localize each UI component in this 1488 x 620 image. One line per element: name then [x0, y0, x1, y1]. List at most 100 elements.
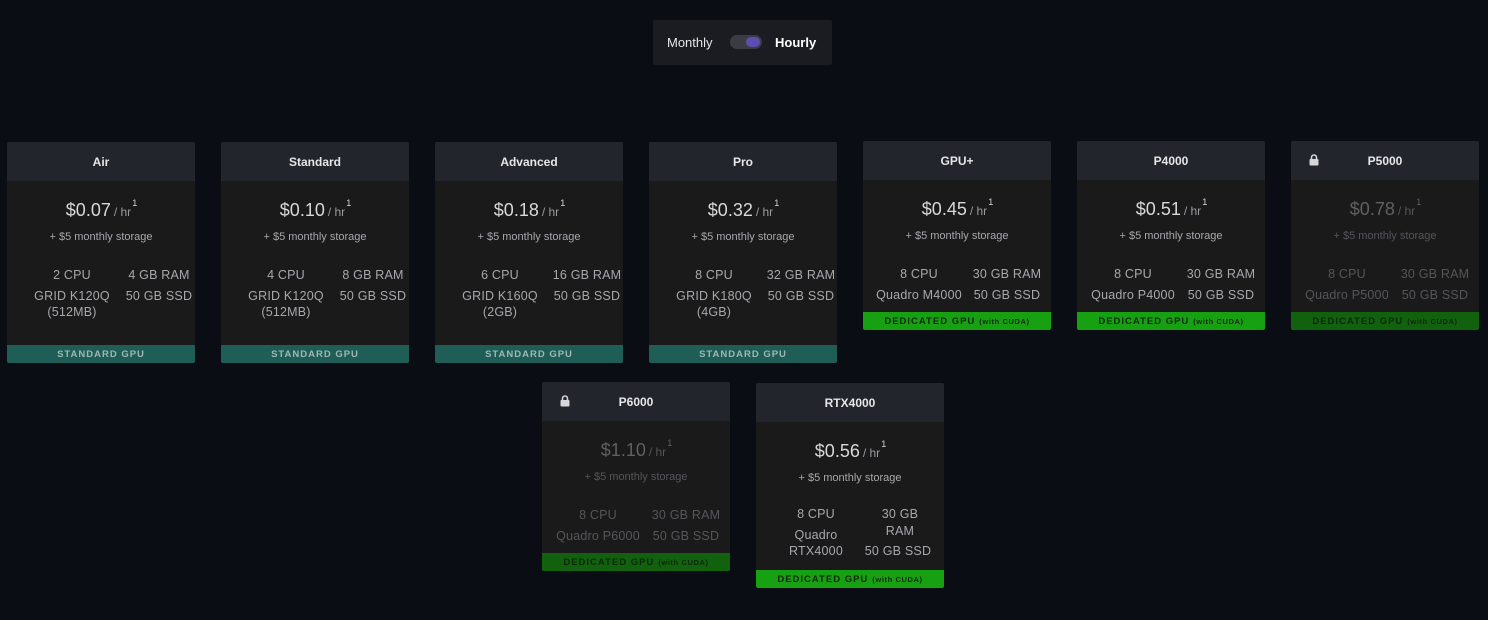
plan-name: Pro — [649, 142, 837, 181]
price-unit: / hr — [113, 205, 132, 219]
plan-card-standard[interactable]: Standard $0.10/ hr1 + $5 monthly storage… — [221, 142, 409, 363]
storage-note: + $5 monthly storage — [691, 231, 795, 243]
ram-spec: 30 GB RAM — [1186, 267, 1256, 281]
cpu-spec: 2 CPU — [53, 268, 91, 282]
plan-specs: 8 CPU 30 GB RAM Quadro P5000 50 GB SSD — [1291, 266, 1479, 303]
standard-gpu-badge: STANDARD GPU — [221, 345, 409, 363]
price-amount: $0.18 — [493, 200, 539, 220]
cpu-spec: 8 CPU — [900, 267, 938, 281]
plan-card-p6000[interactable]: P6000 $1.10/ hr1 + $5 monthly storage 8 … — [542, 382, 730, 571]
price-unit: / hr — [648, 445, 667, 459]
plan-price: $0.18/ hr1 — [435, 197, 623, 226]
plan-name: P5000 — [1367, 153, 1403, 168]
plan-name: Air — [7, 142, 195, 181]
price-unit: / hr — [755, 205, 774, 219]
price-amount: $0.51 — [1135, 199, 1181, 219]
ram-spec: 30 GB RAM — [1400, 267, 1470, 281]
footnote-marker: 1 — [560, 197, 566, 208]
badge-sublabel: (with CUDA) — [979, 316, 1030, 326]
badge-sublabel: (with CUDA) — [872, 574, 923, 584]
plan-specs: 8 CPU GRID K180Q (4GB) 32 GB RAM 50 GB S… — [649, 267, 837, 321]
plan-name: GPU+ — [863, 141, 1051, 180]
cpu-spec: 6 CPU — [481, 268, 519, 282]
badge-label: DEDICATED GPU — [884, 315, 976, 327]
price-amount: $0.32 — [707, 200, 753, 220]
plan-name: P4000 — [1077, 141, 1265, 180]
lock-icon — [560, 395, 570, 407]
cpu-spec: 8 CPU — [579, 508, 617, 522]
gpu-spec: Quadro P6000 — [556, 528, 640, 543]
gpu-spec: Quadro M4000 — [876, 287, 962, 302]
gpu-spec: Quadro P5000 — [1305, 287, 1389, 302]
price-unit: / hr — [327, 205, 346, 219]
badge-label: DEDICATED GPU — [777, 573, 869, 585]
price-unit: / hr — [969, 204, 988, 218]
pricing-page: Monthly Hourly Air $0.07/ hr1 + $5 month… — [0, 0, 1488, 620]
storage-note: + $5 monthly storage — [798, 472, 902, 484]
standard-gpu-badge: STANDARD GPU — [435, 345, 623, 363]
price-amount: $0.56 — [814, 441, 860, 461]
price-unit: / hr — [1397, 204, 1416, 218]
dedicated-gpu-badge: DEDICATED GPU (with CUDA) — [756, 570, 944, 588]
price-amount: $1.10 — [600, 440, 646, 460]
plan-header: P5000 — [1291, 141, 1479, 180]
billing-toggle: Monthly Hourly — [653, 20, 832, 65]
plan-price: $0.45/ hr1 — [863, 196, 1051, 225]
plan-price: $0.32/ hr1 — [649, 197, 837, 226]
gpu-spec: GRID K180Q (4GB) — [676, 288, 752, 320]
storage-note: + $5 monthly storage — [584, 471, 688, 483]
cpu-spec: 4 CPU — [267, 268, 305, 282]
cpu-spec: 8 CPU — [695, 268, 733, 282]
dedicated-gpu-badge: DEDICATED GPU (with CUDA) — [542, 553, 730, 571]
plan-card-p4000[interactable]: P4000 $0.51/ hr1 + $5 monthly storage 8 … — [1077, 141, 1265, 330]
plan-card-gpu-plus[interactable]: GPU+ $0.45/ hr1 + $5 monthly storage 8 C… — [863, 141, 1051, 330]
storage-note: + $5 monthly storage — [263, 231, 367, 243]
price-amount: $0.45 — [921, 199, 967, 219]
ssd-spec: 50 GB SSD — [339, 288, 407, 303]
footnote-marker: 1 — [774, 197, 780, 208]
plan-header: P6000 — [542, 382, 730, 421]
monthly-label[interactable]: Monthly — [667, 35, 713, 50]
ssd-spec: 50 GB SSD — [1401, 287, 1469, 302]
cpu-spec: 8 CPU — [797, 507, 835, 521]
plan-price: $0.51/ hr1 — [1077, 196, 1265, 225]
plan-card-air[interactable]: Air $0.07/ hr1 + $5 monthly storage 2 CP… — [7, 142, 195, 363]
plan-card-pro[interactable]: Pro $0.32/ hr1 + $5 monthly storage 8 CP… — [649, 142, 837, 363]
footnote-marker: 1 — [988, 196, 994, 207]
billing-switch[interactable] — [730, 35, 762, 49]
standard-gpu-badge: STANDARD GPU — [649, 345, 837, 363]
plan-card-rtx4000[interactable]: RTX4000 $0.56/ hr1 + $5 monthly storage … — [756, 383, 944, 588]
price-amount: $0.78 — [1349, 199, 1395, 219]
plan-name: RTX4000 — [756, 383, 944, 422]
price-unit: / hr — [541, 205, 560, 219]
plan-card-advanced[interactable]: Advanced $0.18/ hr1 + $5 monthly storage… — [435, 142, 623, 363]
plan-specs: 6 CPU GRID K160Q (2GB) 16 GB RAM 50 GB S… — [435, 267, 623, 321]
plan-name: Advanced — [435, 142, 623, 181]
storage-note: + $5 monthly storage — [477, 231, 581, 243]
plan-card-p5000[interactable]: P5000 $0.78/ hr1 + $5 monthly storage 8 … — [1291, 141, 1479, 330]
plan-price: $1.10/ hr1 — [542, 438, 730, 466]
plan-specs: 2 CPU GRID K120Q (512MB) 4 GB RAM 50 GB … — [7, 267, 195, 321]
ram-spec: 16 GB RAM — [552, 268, 622, 282]
footnote-marker: 1 — [1202, 196, 1208, 207]
plan-price: $0.56/ hr1 — [756, 439, 944, 467]
plan-specs: 8 CPU 30 GB RAM Quadro P4000 50 GB SSD — [1077, 266, 1265, 303]
ram-spec: 30 GB RAM — [972, 267, 1042, 281]
price-amount: $0.10 — [279, 200, 325, 220]
plan-name: P6000 — [618, 394, 654, 409]
ram-spec: 30 GB RAM — [651, 508, 721, 522]
storage-note: + $5 monthly storage — [1119, 230, 1223, 242]
ssd-spec: 50 GB SSD — [973, 287, 1041, 302]
plan-specs: 8 CPU 30 GB RAM Quadro P6000 50 GB SSD — [542, 507, 730, 544]
gpu-spec: GRID K120Q (512MB) — [248, 288, 324, 320]
plan-price: $0.07/ hr1 — [7, 198, 195, 226]
ram-spec: 32 GB RAM — [766, 268, 836, 282]
plan-price: $0.78/ hr1 — [1291, 197, 1479, 225]
badge-label: DEDICATED GPU — [563, 556, 655, 568]
ram-spec: 4 GB RAM — [128, 268, 190, 282]
ram-spec: 30 GB RAM — [881, 507, 919, 538]
dedicated-gpu-badge: DEDICATED GPU (with CUDA) — [1291, 312, 1479, 330]
hourly-label[interactable]: Hourly — [775, 35, 816, 50]
plan-specs: 4 CPU GRID K120Q (512MB) 8 GB RAM 50 GB … — [221, 267, 409, 321]
ssd-spec: 50 GB SSD — [864, 544, 932, 558]
